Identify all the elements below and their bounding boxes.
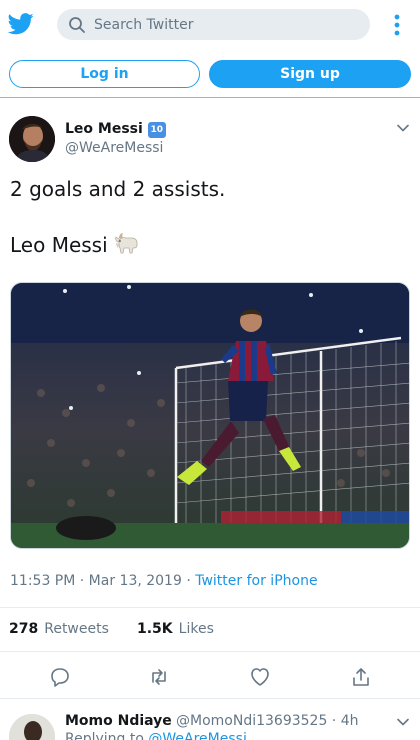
reply-avatar-image <box>9 714 55 740</box>
number-ten-badge: 10 <box>147 122 166 138</box>
replying-to-handle-link[interactable]: @WeAreMessi <box>148 731 246 740</box>
chevron-down-icon[interactable] <box>396 121 410 135</box>
top-bar <box>0 0 420 50</box>
tweet-stats: 278 Retweets 1.5K Likes <box>0 607 420 652</box>
tweet-meta: 11:53 PM · Mar 13, 2019 · Twitter for iP… <box>10 573 318 589</box>
like-label: Likes <box>178 621 214 637</box>
avatar-image <box>9 116 55 162</box>
replying-to: Replying to @WeAreMessi <box>65 731 247 740</box>
author-handle[interactable]: @WeAreMessi <box>65 140 163 156</box>
tweet-text-line-1: 2 goals and 2 assists. <box>10 177 226 201</box>
retweet-icon[interactable] <box>148 666 170 688</box>
retweet-count: 278 <box>9 621 39 637</box>
reply-icon[interactable] <box>49 666 71 688</box>
tweet-text-name: Leo Messi <box>10 233 108 257</box>
tweet-text-line-2: Leo Messi <box>10 232 140 257</box>
reply-avatar[interactable] <box>9 714 55 740</box>
reply-tweet[interactable]: Momo Ndiaye @MomoNdi13693525 · 4h Replyi… <box>0 700 420 740</box>
like-count: 1.5K <box>137 621 173 637</box>
search-box[interactable] <box>57 9 370 40</box>
more-vertical-icon[interactable] <box>388 13 406 37</box>
search-input[interactable] <box>94 9 354 40</box>
tweet-source-link[interactable]: Twitter for iPhone <box>195 573 317 589</box>
reply-author-handle[interactable]: @MomoNdi13693525 · 4h <box>176 713 359 729</box>
replying-to-label: Replying to <box>65 731 149 740</box>
like-stat[interactable]: 1.5K Likes <box>137 621 214 637</box>
retweet-label: Retweets <box>44 621 109 637</box>
author-name-text[interactable]: Leo Messi <box>65 121 143 137</box>
login-button[interactable]: Log in <box>9 60 200 88</box>
tweet-timestamp[interactable]: 11:53 PM · Mar 13, 2019 · <box>10 573 195 589</box>
heart-icon[interactable] <box>249 666 271 688</box>
photo-messi-celebration <box>11 283 409 548</box>
tweet: Leo Messi 10 @WeAreMessi 2 goals and 2 as… <box>0 99 420 699</box>
chevron-down-icon[interactable] <box>396 715 410 729</box>
share-icon[interactable] <box>350 666 372 688</box>
auth-bar: Log in Sign up <box>0 50 420 98</box>
tweet-photo[interactable] <box>10 282 410 549</box>
avatar[interactable] <box>9 116 55 162</box>
twitter-bird-icon[interactable] <box>8 12 34 36</box>
signup-button[interactable]: Sign up <box>209 60 411 88</box>
reply-author-name[interactable]: Momo Ndiaye <box>65 713 172 729</box>
tweet-actions <box>0 662 420 692</box>
search-icon <box>69 17 85 33</box>
author-name[interactable]: Leo Messi 10 <box>65 121 166 138</box>
goat-emoji-icon <box>114 233 138 254</box>
retweet-stat[interactable]: 278 Retweets <box>9 621 109 637</box>
